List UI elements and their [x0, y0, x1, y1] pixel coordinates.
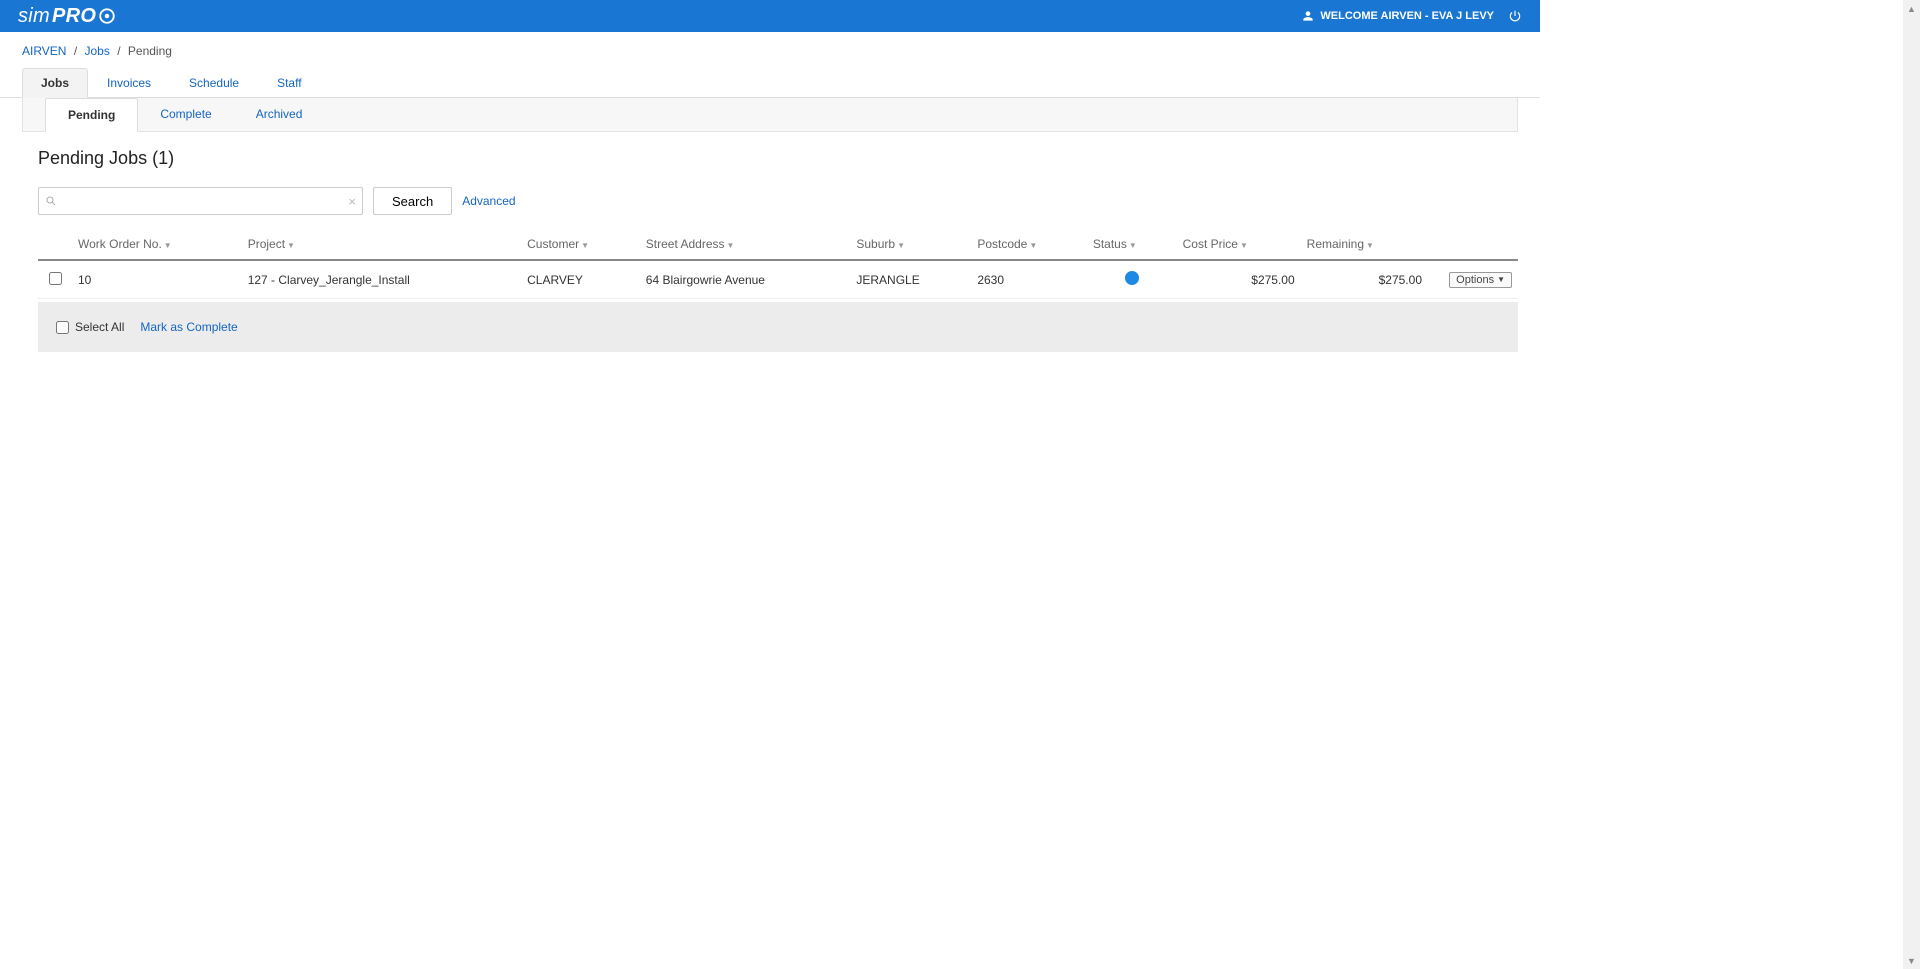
gear-icon [98, 7, 116, 25]
logo-pro: PRO [52, 5, 96, 28]
options-button[interactable]: Options ▼ [1449, 272, 1512, 288]
clear-search-icon[interactable]: × [348, 194, 356, 209]
tab-invoices[interactable]: Invoices [88, 68, 170, 97]
breadcrumb-sep: / [74, 44, 77, 58]
col-options [1428, 229, 1518, 260]
search-icon [45, 195, 57, 207]
select-all-checkbox[interactable] [56, 321, 69, 334]
sort-icon: ▼ [1366, 241, 1374, 250]
sort-icon: ▼ [1129, 241, 1137, 250]
topbar-right: WELCOME AIRVEN - EVA J LEVY [1301, 9, 1522, 23]
col-suburb[interactable]: Suburb▼ [850, 229, 971, 260]
col-status[interactable]: Status▼ [1087, 229, 1177, 260]
power-button[interactable] [1508, 9, 1522, 23]
breadcrumb-current: Pending [128, 44, 172, 58]
search-button[interactable]: Search [373, 187, 452, 215]
cell-remaining: $275.00 [1301, 260, 1428, 299]
tab-jobs[interactable]: Jobs [22, 68, 88, 98]
cell-status [1087, 260, 1177, 299]
search-box: × [38, 187, 363, 215]
sort-icon: ▼ [1029, 241, 1037, 250]
chevron-down-icon: ▼ [1497, 275, 1505, 284]
sort-icon: ▼ [287, 241, 295, 250]
scroll-up-icon[interactable]: ▲ [1903, 0, 1920, 17]
cell-customer: CLARVEY [521, 260, 640, 299]
tab-schedule[interactable]: Schedule [170, 68, 258, 97]
table-row[interactable]: 10 127 - Clarvey_Jerangle_Install CLARVE… [38, 260, 1518, 299]
topbar: sim PRO WELCOME AIRVEN - EVA J LEVY [0, 0, 1540, 32]
jobs-table: Work Order No.▼ Project▼ Customer▼ Stree… [38, 229, 1518, 299]
col-checkbox [38, 229, 72, 260]
cell-project: 127 - Clarvey_Jerangle_Install [242, 260, 521, 299]
user-icon [1301, 9, 1315, 23]
cell-cost: $275.00 [1177, 260, 1301, 299]
select-all-text: Select All [75, 320, 124, 334]
breadcrumb-sep: / [117, 44, 120, 58]
subtab-archived[interactable]: Archived [234, 98, 325, 131]
col-customer[interactable]: Customer▼ [521, 229, 640, 260]
sort-icon: ▼ [164, 241, 172, 250]
mark-complete-link[interactable]: Mark as Complete [140, 320, 237, 334]
welcome-user[interactable]: WELCOME AIRVEN - EVA J LEVY [1301, 9, 1494, 23]
scroll-down-icon[interactable]: ▼ [1903, 952, 1920, 969]
breadcrumb-root[interactable]: AIRVEN [22, 44, 66, 58]
breadcrumb: AIRVEN / Jobs / Pending [0, 32, 1540, 68]
select-all-label[interactable]: Select All [56, 320, 124, 334]
status-dot-icon [1125, 271, 1139, 285]
sort-icon: ▼ [1240, 241, 1248, 250]
subtab-pending[interactable]: Pending [45, 98, 138, 132]
scrollbar[interactable]: ▲ ▼ [1903, 0, 1920, 969]
cell-work-order: 10 [72, 260, 242, 299]
breadcrumb-jobs[interactable]: Jobs [85, 44, 110, 58]
cell-postcode: 2630 [971, 260, 1087, 299]
sort-icon: ▼ [581, 241, 589, 250]
col-cost[interactable]: Cost Price▼ [1177, 229, 1301, 260]
power-icon [1508, 9, 1522, 23]
col-project[interactable]: Project▼ [242, 229, 521, 260]
sub-tabs: Pending Complete Archived [22, 98, 1518, 132]
primary-tabs: Jobs Invoices Schedule Staff [0, 68, 1540, 98]
sort-icon: ▼ [897, 241, 905, 250]
advanced-link[interactable]: Advanced [462, 194, 515, 208]
col-work-order[interactable]: Work Order No.▼ [72, 229, 242, 260]
logo: sim PRO [18, 5, 116, 28]
welcome-label: WELCOME AIRVEN - EVA J LEVY [1320, 10, 1494, 22]
page-title: Pending Jobs (1) [38, 148, 1518, 169]
footer-actions-bar: Select All Mark as Complete [38, 302, 1518, 352]
options-label: Options [1456, 274, 1494, 286]
cell-suburb: JERANGLE [850, 260, 971, 299]
logo-sim: sim [18, 5, 50, 28]
cell-street: 64 Blairgowrie Avenue [640, 260, 851, 299]
row-checkbox[interactable] [49, 272, 62, 285]
col-street[interactable]: Street Address▼ [640, 229, 851, 260]
subtab-complete[interactable]: Complete [138, 98, 233, 131]
col-remaining[interactable]: Remaining▼ [1301, 229, 1428, 260]
col-postcode[interactable]: Postcode▼ [971, 229, 1087, 260]
search-row: × Search Advanced [38, 187, 1518, 215]
tab-staff[interactable]: Staff [258, 68, 320, 97]
sort-icon: ▼ [727, 241, 735, 250]
content-area: Pending Jobs (1) × Search Advanced Work … [0, 132, 1540, 352]
search-input[interactable] [61, 188, 348, 214]
